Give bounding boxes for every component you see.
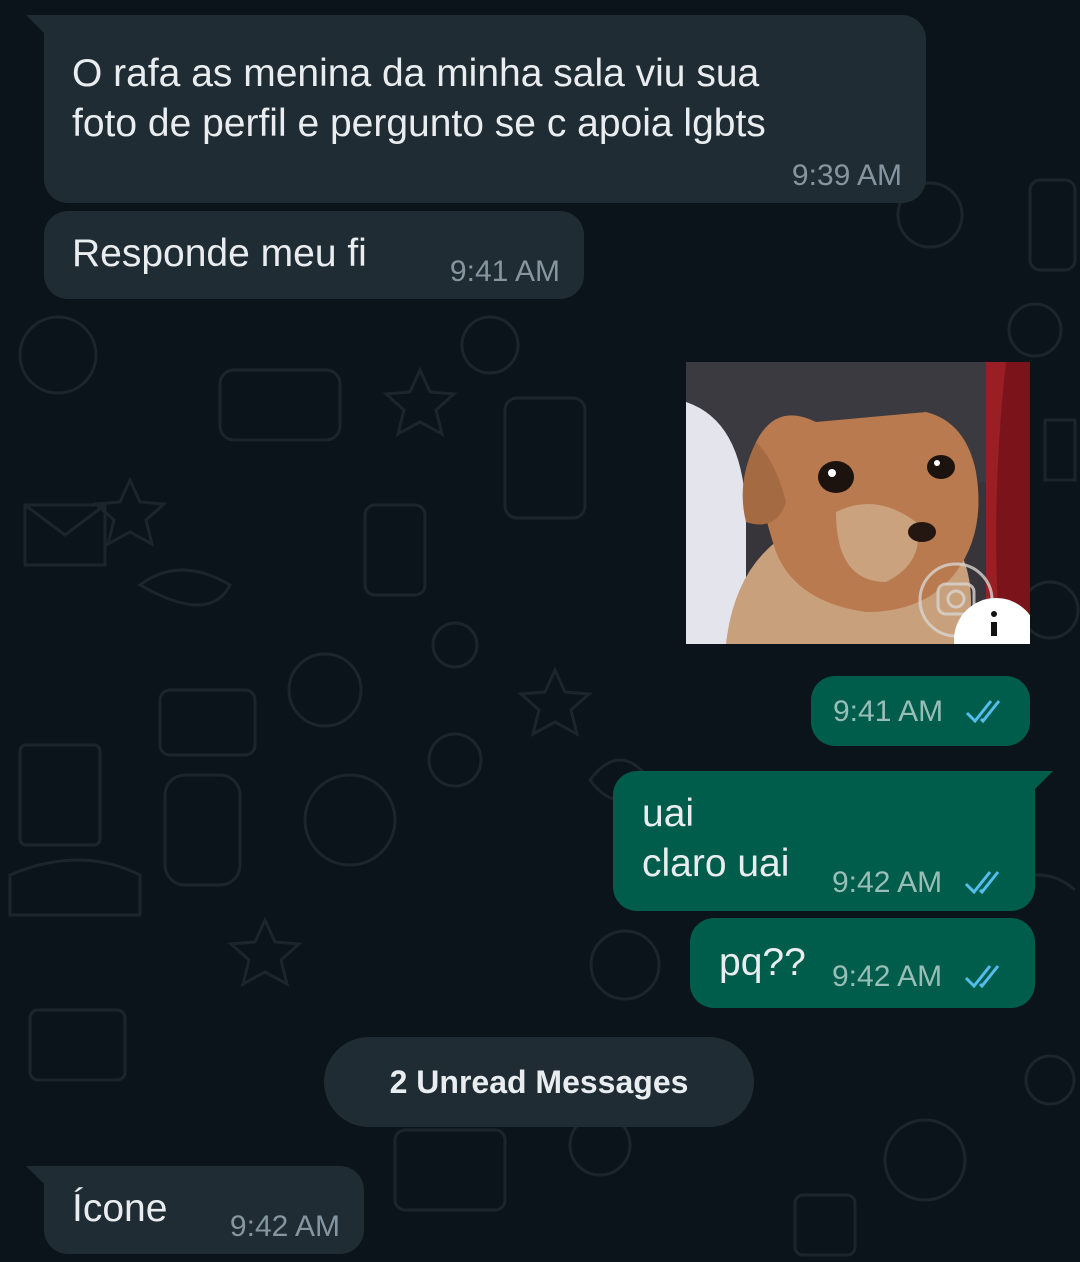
- unread-messages-banner: 2 Unread Messages: [324, 1037, 754, 1127]
- message-timestamp: 9:42 AM: [832, 960, 943, 993]
- message-text: pq??: [719, 941, 806, 984]
- message-timestamp: 9:42 AM: [832, 866, 943, 899]
- message-timestamp: 9:41 AM: [833, 695, 944, 728]
- message-text: uai claro uai: [642, 792, 790, 885]
- read-receipt-double-check-icon: [965, 700, 1001, 724]
- read-receipt-double-check-icon: [964, 871, 1000, 895]
- outgoing-message-bubble[interactable]: uai claro uai 9:42 AM: [613, 771, 1053, 911]
- message-timestamp: 9:39 AM: [791, 159, 902, 192]
- message-timestamp: 9:42 AM: [229, 1210, 340, 1243]
- incoming-message-bubble[interactable]: Ícone 9:42 AM: [26, 1166, 364, 1254]
- message-timestamp: 9:41 AM: [449, 255, 560, 288]
- incoming-message-bubble[interactable]: Responde meu fi 9:41 AM: [44, 211, 584, 299]
- message-text: Ícone: [72, 1187, 168, 1230]
- outgoing-image-time-bubble[interactable]: 9:41 AM: [811, 676, 1030, 746]
- sent-image-chihuahua[interactable]: [686, 362, 1030, 644]
- read-receipt-double-check-icon: [964, 965, 1000, 989]
- incoming-message-bubble[interactable]: O rafa as menina da minha sala viu sua f…: [26, 15, 926, 203]
- message-text: O rafa as menina da minha sala viu sua f…: [72, 52, 766, 145]
- outgoing-message-bubble[interactable]: pq?? 9:42 AM: [690, 918, 1035, 1008]
- dog-photo: [686, 362, 1030, 644]
- message-text: Responde meu fi: [72, 232, 367, 275]
